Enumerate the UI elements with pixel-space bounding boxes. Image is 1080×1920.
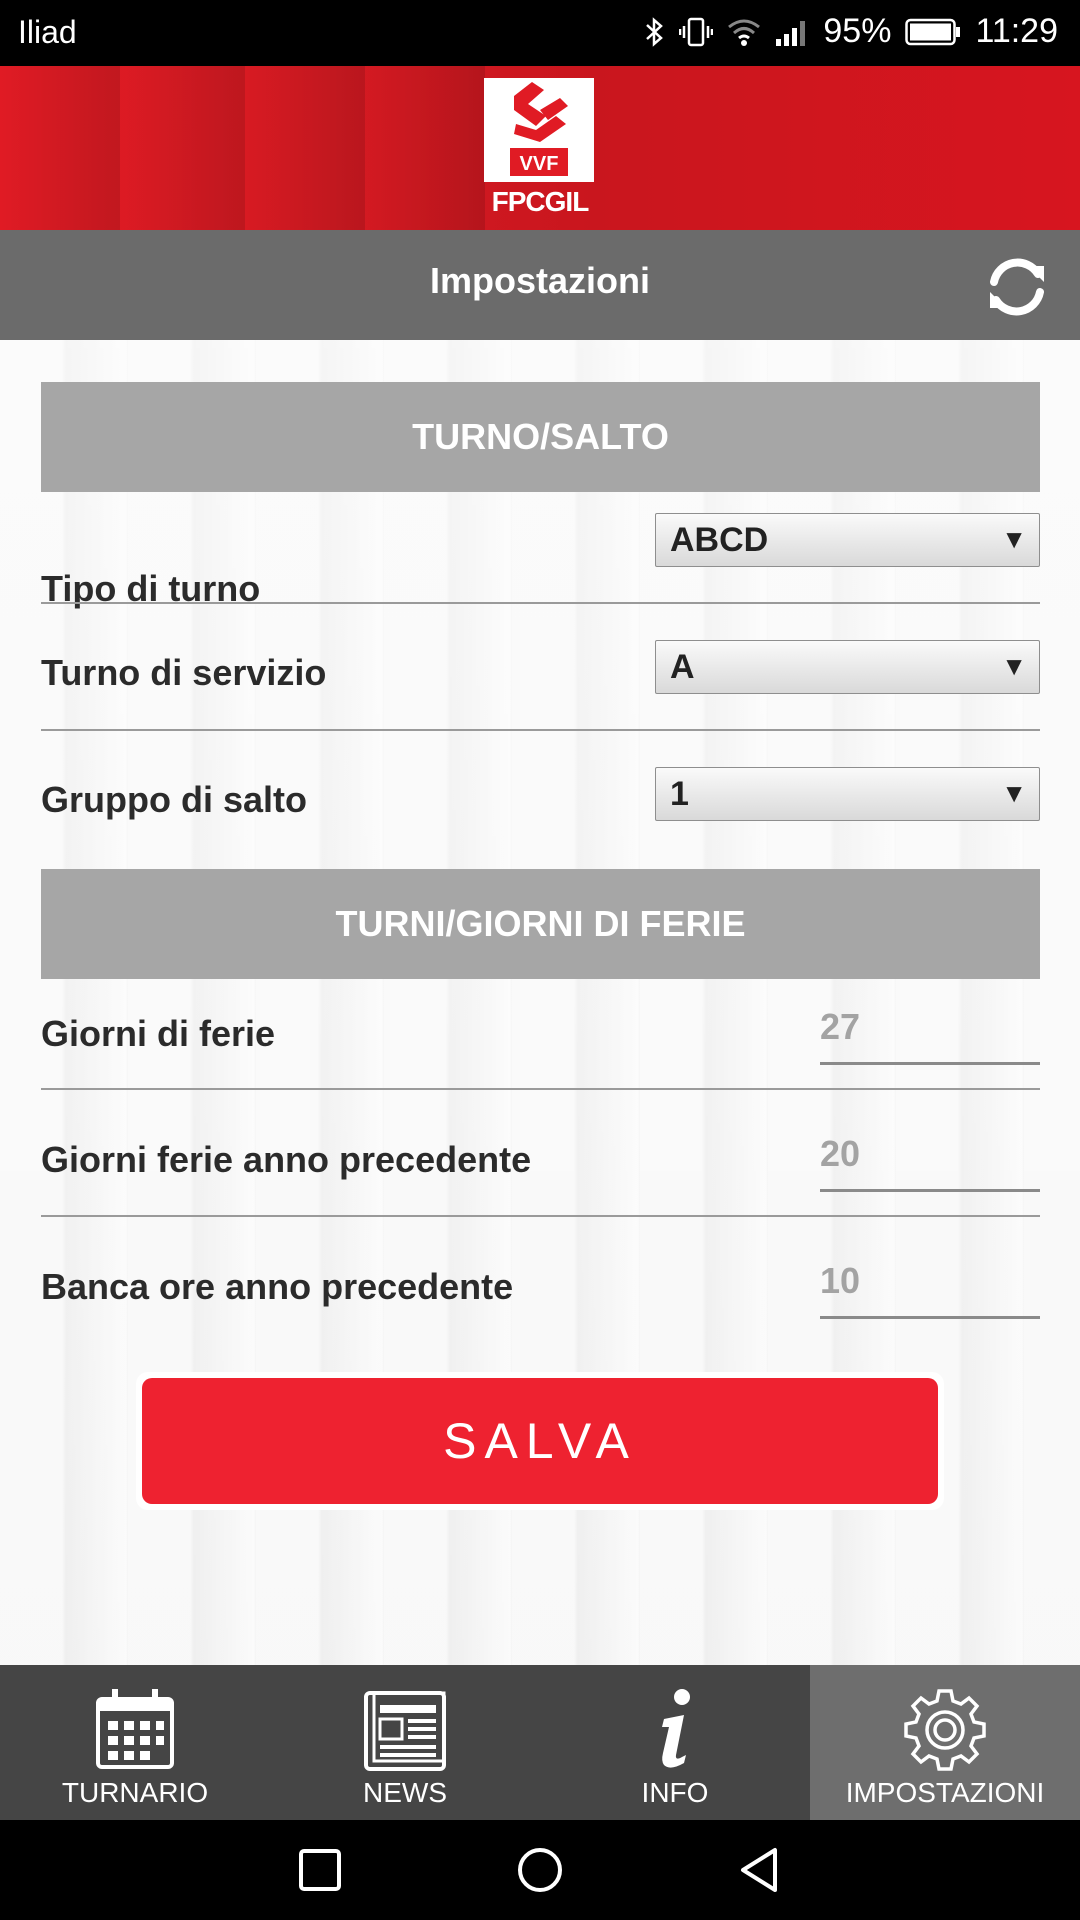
label-turno-di-servizio: Turno di servizio — [41, 652, 327, 693]
calendar-icon — [90, 1685, 180, 1775]
save-button[interactable]: SALVA — [142, 1378, 938, 1504]
tipo-di-turno-select[interactable]: ABCD ▼ — [655, 513, 1040, 567]
giorni-di-ferie-input[interactable]: 27 — [820, 1000, 1040, 1065]
tab-impostazioni[interactable]: IMPOSTAZIONI — [810, 1665, 1080, 1820]
status-bar: Iliad 95% 11:29 — [0, 0, 1080, 66]
gruppo-di-salto-select[interactable]: 1 ▼ — [655, 767, 1040, 821]
signal-icon — [775, 17, 809, 47]
carrier-name: Iliad — [18, 14, 77, 50]
clock-time: 11:29 — [975, 12, 1058, 50]
bottom-tab-bar: TURNARIO NEWS INFO IMPOSTAZIONI — [0, 1665, 1080, 1820]
tipo-di-turno-value: ABCD — [670, 521, 769, 559]
divider — [41, 1088, 1040, 1090]
turno-di-servizio-select[interactable]: A ▼ — [655, 640, 1040, 694]
divider — [41, 729, 1040, 731]
gear-icon — [900, 1685, 990, 1775]
banca-ore-anno-precedente-value: 10 — [820, 1260, 861, 1301]
bluetooth-icon — [643, 16, 665, 48]
giorni-di-ferie-value: 27 — [820, 1006, 861, 1047]
info-icon — [630, 1685, 720, 1775]
save-button-container: SALVA — [136, 1372, 944, 1510]
logo-badge-text: VVF — [520, 153, 559, 175]
label-giorni-ferie-anno-precedente: Giorni ferie anno precedente — [41, 1139, 532, 1180]
section-header-turno-salto: TURNO/SALTO — [41, 382, 1040, 492]
battery-percent: 95% — [823, 12, 892, 50]
logo-text: FPCGIL — [491, 186, 590, 217]
settings-content: TURNO/SALTO Tipo di turno ABCD ▼ Turno d… — [0, 340, 1080, 1665]
chevron-down-icon: ▼ — [1001, 778, 1027, 808]
refresh-icon[interactable] — [982, 252, 1052, 322]
chevron-down-icon: ▼ — [1001, 524, 1027, 554]
newspaper-icon — [360, 1685, 450, 1775]
section-header-ferie: TURNI/GIORNI DI FERIE — [41, 869, 1040, 979]
chevron-down-icon: ▼ — [1001, 651, 1027, 681]
title-bar: Impostazioni — [0, 230, 1080, 340]
recents-button[interactable] — [295, 1845, 345, 1895]
battery-icon — [905, 18, 961, 46]
divider — [41, 602, 1040, 604]
tab-news[interactable]: NEWS — [270, 1665, 540, 1820]
home-button[interactable] — [515, 1845, 565, 1895]
label-giorni-di-ferie: Giorni di ferie — [41, 1013, 276, 1054]
giorni-ferie-anno-precedente-input[interactable]: 20 — [820, 1127, 1040, 1192]
tab-info[interactable]: INFO — [540, 1665, 810, 1820]
label-gruppo-di-salto: Gruppo di salto — [41, 779, 307, 820]
back-button[interactable] — [735, 1845, 785, 1895]
vibrate-icon — [679, 16, 714, 48]
tab-impostazioni-label: IMPOSTAZIONI — [845, 1777, 1045, 1808]
system-nav-bar — [0, 1820, 1080, 1920]
tab-turnario[interactable]: TURNARIO — [0, 1665, 270, 1820]
giorni-ferie-anno-precedente-value: 20 — [820, 1133, 861, 1174]
turno-di-servizio-value: A — [670, 648, 695, 686]
fpcgil-logo: VVF FPCGIL — [484, 78, 596, 220]
banca-ore-anno-precedente-input[interactable]: 10 — [820, 1254, 1040, 1319]
wifi-icon — [727, 17, 761, 47]
app-header: VVF FPCGIL — [0, 66, 1080, 230]
label-banca-ore-anno-precedente: Banca ore anno precedente — [41, 1266, 514, 1307]
page-title: Impostazioni — [429, 260, 650, 301]
tab-info-label: INFO — [641, 1777, 709, 1808]
divider — [41, 1215, 1040, 1217]
tab-news-label: NEWS — [363, 1777, 447, 1808]
gruppo-di-salto-value: 1 — [670, 775, 689, 813]
tab-turnario-label: TURNARIO — [61, 1777, 209, 1808]
